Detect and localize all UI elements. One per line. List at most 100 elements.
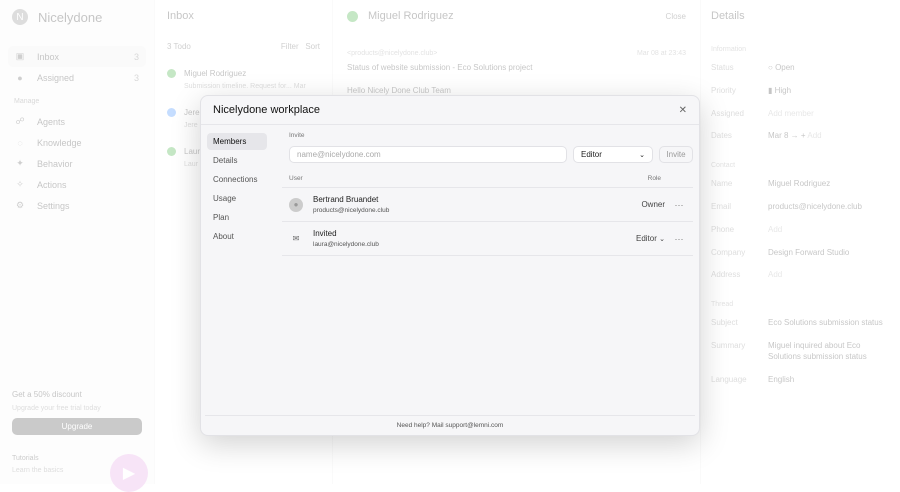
promo-title: Get a 50% discount — [12, 390, 82, 399]
priority-field[interactable]: ▮ High — [768, 86, 890, 97]
add-member-button[interactable]: Add member — [768, 109, 890, 120]
member-role: Editor — [635, 234, 657, 243]
tutorials-card[interactable]: Tutorials Learn the basics — [12, 455, 63, 474]
section-label: Contact — [711, 162, 736, 170]
tutorials-subtitle: Learn the basics — [12, 467, 64, 474]
tab-details[interactable]: Details — [207, 152, 267, 169]
priority-value: High — [774, 85, 792, 95]
agents-icon: ☍ — [15, 116, 25, 126]
sidebar-item-behavior[interactable]: ✦ Behavior — [8, 153, 146, 174]
tab-about[interactable]: About — [207, 228, 267, 245]
nav-count: 3 — [133, 51, 139, 62]
gear-icon: ⚙ — [15, 200, 25, 210]
section-label: Thread — [711, 301, 734, 309]
contact-email[interactable]: products@nicelydone.club — [768, 202, 890, 213]
section-label: Information — [711, 46, 747, 53]
date-value[interactable]: Mar 8 — [768, 131, 788, 140]
member-role: Owner — [641, 200, 665, 209]
item-name: Laur — [184, 147, 201, 156]
contact-company[interactable]: Design Forward Studio — [768, 248, 890, 259]
item-preview: Submission timeline. Request for... — [184, 83, 292, 90]
modal-title: Nicelydone workplace — [213, 104, 320, 116]
item-preview: Jere — [184, 122, 198, 129]
inbox-title: Inbox — [167, 10, 194, 22]
filter-button[interactable]: Filter — [281, 42, 299, 51]
avatar — [167, 147, 176, 156]
close-button[interactable]: Close — [666, 12, 686, 21]
item-date: Mar — [293, 83, 306, 90]
add-phone-button[interactable]: Add — [768, 225, 890, 236]
nav-label: Actions — [37, 179, 67, 190]
bolt-icon: ✧ — [16, 179, 24, 189]
tab-members[interactable]: Members — [207, 133, 267, 150]
tab-usage[interactable]: Usage — [207, 190, 267, 207]
field-label: Company — [711, 247, 746, 257]
modal-nav: Members Details Connections Usage Plan A… — [207, 133, 267, 247]
invite-button[interactable]: Invite — [659, 146, 693, 163]
tab-connections[interactable]: Connections — [207, 171, 267, 188]
nav-count: 3 — [133, 72, 139, 83]
sidebar-item-settings[interactable]: ⚙ Settings — [8, 195, 146, 216]
item-preview: Laur — [184, 161, 199, 168]
field-label: Email — [711, 201, 732, 211]
add-date-button[interactable]: Add — [807, 131, 821, 140]
status-value: Open — [775, 63, 795, 72]
details-panel: Details Information Status ○ Open Priorit… — [700, 0, 900, 484]
sort-button[interactable]: Sort — [305, 42, 320, 51]
more-icon[interactable]: ··· — [665, 234, 693, 244]
nav-label: Inbox — [37, 51, 60, 62]
nav-label: Settings — [37, 200, 70, 211]
item-name: Miguel Rodriguez — [184, 69, 247, 78]
member-name: Bertrand Bruandet — [313, 195, 379, 204]
avatar — [167, 69, 176, 78]
list-item[interactable]: Miguel Rodriguez Submission timeline. Req… — [167, 69, 320, 90]
promo-subtitle: Upgrade your free trial today — [12, 405, 101, 412]
member-row: ● Bertrand Bruandet products@nicelydone.c… — [282, 188, 693, 222]
contact-name[interactable]: Miguel Rodriguez — [768, 179, 890, 190]
tutorials-title: Tutorials — [12, 455, 39, 462]
workspace-switcher[interactable]: N Nicelydone — [12, 8, 146, 26]
field-label: Subject — [711, 318, 738, 328]
details-title: Details — [711, 10, 745, 22]
member-row: ✉ Invited laura@nicelydone.club Editor ⌄ … — [282, 222, 693, 256]
more-icon[interactable]: ··· — [665, 200, 693, 210]
field-label: Address — [711, 270, 741, 280]
member-role-select[interactable]: Editor ⌄ — [636, 234, 665, 243]
member-email: laura@nicelydone.club — [313, 241, 379, 248]
column-header-role: Role — [647, 175, 661, 182]
add-address-button[interactable]: Add — [768, 270, 890, 281]
invite-label: Invite — [289, 132, 305, 139]
nav-label: Agents — [37, 116, 66, 127]
invite-role-select[interactable]: Editor ⌄ — [573, 146, 653, 163]
invite-email-input[interactable]: name@nicelydone.com — [289, 146, 567, 163]
avatar — [347, 10, 358, 22]
field-label: Phone — [711, 224, 735, 234]
sidebar-item-knowledge[interactable]: ◌ Knowledge — [8, 132, 146, 153]
todo-dropdown[interactable]: 3 Todo — [167, 42, 191, 51]
field-label: Language — [711, 374, 747, 384]
sidebar-item-agents[interactable]: ☍ Agents — [8, 111, 146, 132]
status-field[interactable]: ○ Open — [768, 63, 890, 74]
thread-contact: Miguel Rodriguez — [368, 10, 454, 22]
role-select-value: Editor — [581, 150, 602, 159]
logo-icon: N — [12, 9, 28, 25]
sidebar-item-actions[interactable]: ✧ Actions — [8, 174, 146, 195]
play-icon[interactable]: ▶ — [110, 454, 148, 492]
user-icon: ● — [17, 72, 23, 83]
thread-summary: Miguel inquired about Eco Solutions subm… — [768, 340, 867, 361]
sender-email: <products@nicelydone.club> — [347, 50, 438, 57]
sidebar-item-assigned[interactable]: ● Assigned 3 — [8, 67, 146, 88]
chevron-down-icon: ⌄ — [639, 151, 645, 159]
sidebar-item-inbox[interactable]: ▣ Inbox 3 — [8, 46, 146, 67]
tab-plan[interactable]: Plan — [207, 209, 267, 226]
field-label: Name — [711, 179, 733, 189]
nav-label: Knowledge — [37, 137, 82, 148]
field-label: Dates — [711, 131, 732, 141]
field-label: Status — [711, 63, 734, 72]
help-footer: Need help? Mail support@lemni.com — [205, 415, 695, 435]
close-icon[interactable]: ✕ — [679, 105, 687, 116]
workspace-settings-modal: Nicelydone workplace ✕ Members Details Co… — [200, 95, 700, 436]
section-label: Manage — [14, 98, 40, 105]
upgrade-button[interactable]: Upgrade — [12, 418, 142, 435]
thread-subject: Eco Solutions submission status — [768, 318, 883, 328]
